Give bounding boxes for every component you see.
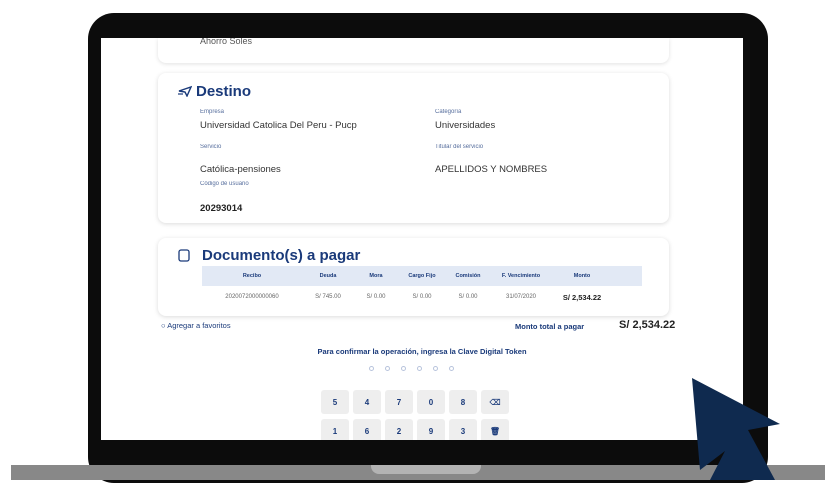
keypad-key-2[interactable]: 2 xyxy=(385,419,413,440)
col-mora: Mora xyxy=(369,273,383,279)
keypad-key-1[interactable]: 1 xyxy=(321,419,349,440)
documentos-title: Documento(s) a pagar xyxy=(202,247,361,264)
token-dot xyxy=(417,366,422,371)
token-dot xyxy=(449,366,454,371)
laptop-screen: Ahorro Soles Destino Empresa Universidad… xyxy=(101,38,743,440)
titular-value: APELLIDOS Y NOMBRES xyxy=(435,164,548,175)
cell-monto: S/ 2,534.22 xyxy=(562,292,602,302)
codigo-value: 20293014 xyxy=(200,203,243,214)
col-monto: Monto xyxy=(573,273,591,279)
keypad-key-3[interactable]: 3 xyxy=(449,419,477,440)
categoria-value: Universidades xyxy=(435,120,496,131)
empresa-label: Empresa xyxy=(200,109,225,115)
cell-recibo: 2020072000000060 xyxy=(225,294,279,300)
keypad-key-7[interactable]: 7 xyxy=(385,390,413,414)
favorite-circle-icon: ○ xyxy=(161,321,166,330)
table-row[interactable]: 2020072000000060 S/ 745.00 S/ 0.00 S/ 0.… xyxy=(202,287,642,307)
cell-cargo-fijo: S/ 0.00 xyxy=(412,294,432,300)
origin-card: Ahorro Soles xyxy=(158,38,669,63)
backspace-icon[interactable]: ⌫ xyxy=(481,390,509,414)
total-value: S/ 2,534.22 xyxy=(619,319,676,331)
token-input-dots[interactable] xyxy=(369,366,454,371)
keypad-key-8[interactable]: 8 xyxy=(449,390,477,414)
col-comision: Comisión xyxy=(455,273,481,279)
destino-card: Destino Empresa Universidad Catolica Del… xyxy=(158,73,669,223)
keypad-key-4[interactable]: 4 xyxy=(353,390,381,414)
cell-vencimiento: 31/07/2020 xyxy=(505,294,537,300)
col-cargo-fijo: Cargo Fijo xyxy=(408,273,436,279)
titular-label: Titular del servicio xyxy=(435,144,484,150)
empresa-value: Universidad Catolica Del Peru - Pucp xyxy=(200,120,357,131)
send-icon xyxy=(178,84,193,102)
table-header: Recibo Deuda Mora Cargo Fijo Comisión F.… xyxy=(202,266,642,286)
cell-deuda: S/ 745.00 xyxy=(315,294,341,300)
keypad-key-0[interactable]: 0 xyxy=(417,390,445,414)
destino-title: Destino xyxy=(196,83,252,100)
token-dot xyxy=(369,366,374,371)
add-favorites-label: Agregar a favoritos xyxy=(167,321,231,330)
confirm-instructions: Para confirmar la operación, ingresa la … xyxy=(317,347,527,356)
keypad-key-6[interactable]: 6 xyxy=(353,419,381,440)
cell-mora: S/ 0.00 xyxy=(366,294,386,300)
token-dot xyxy=(401,366,406,371)
add-favorites-link[interactable]: ○ Agregar a favoritos xyxy=(161,321,231,330)
document-icon xyxy=(178,249,190,267)
laptop-base-notch xyxy=(371,465,481,474)
keypad-key-9[interactable]: 9 xyxy=(417,419,445,440)
trash-icon[interactable]: 🗑 xyxy=(481,419,509,440)
col-vencimiento: F. Vencimiento xyxy=(501,273,541,279)
total-label: Monto total a pagar xyxy=(515,322,585,331)
categoria-label: Categoría xyxy=(435,109,462,115)
keypad: 5 4 7 0 8 ⌫ 1 6 2 9 3 🗑 xyxy=(321,390,511,440)
origin-account-text: Ahorro Soles xyxy=(200,38,253,46)
token-dot xyxy=(433,366,438,371)
servicio-label: Servicio xyxy=(200,144,222,150)
cell-comision: S/ 0.00 xyxy=(458,294,478,300)
servicio-value: Católica-pensiones xyxy=(200,164,281,175)
col-deuda: Deuda xyxy=(319,273,337,279)
keypad-key-5[interactable]: 5 xyxy=(321,390,349,414)
codigo-label: Código de usuario xyxy=(200,181,249,187)
token-dot xyxy=(385,366,390,371)
col-recibo: Recibo xyxy=(242,273,262,279)
documentos-card: Documento(s) a pagar Recibo Deuda Mora C… xyxy=(158,238,669,316)
